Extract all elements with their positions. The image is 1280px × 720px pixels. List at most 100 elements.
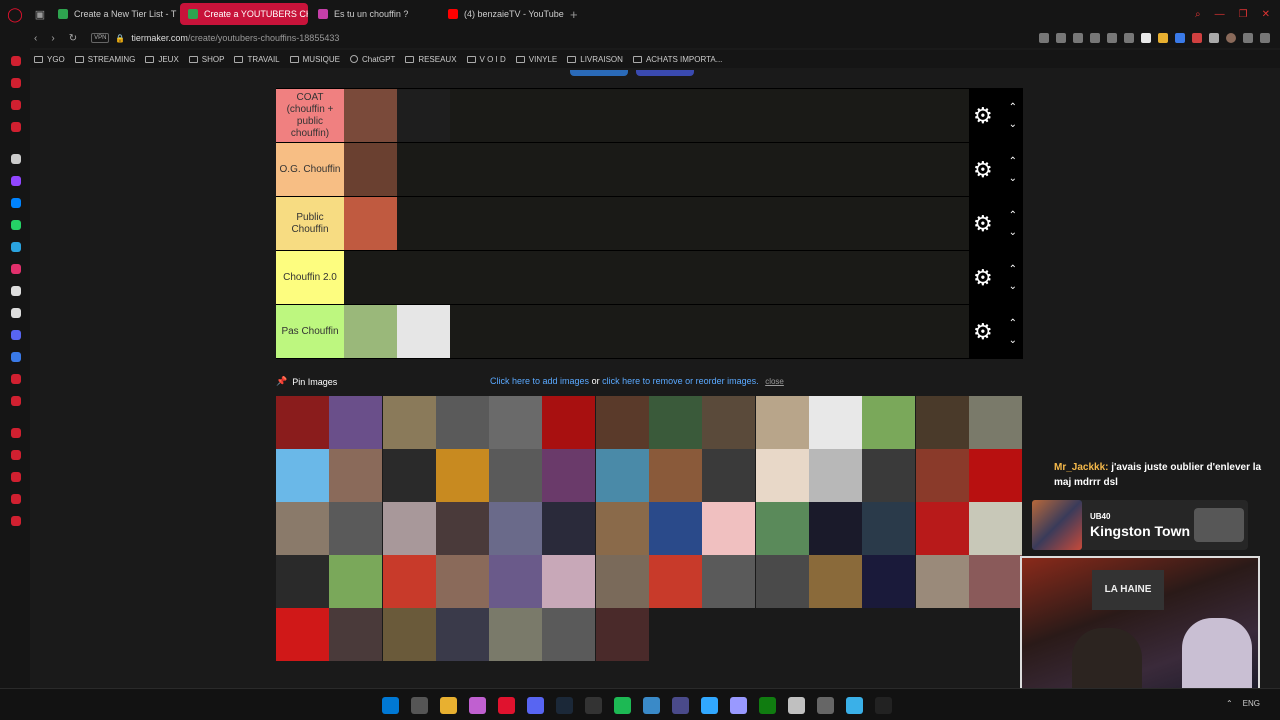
pool-image[interactable] <box>329 555 383 608</box>
opera-logo-icon[interactable]: ◯ <box>0 6 30 23</box>
pool-image[interactable] <box>702 555 756 608</box>
aria-icon[interactable] <box>11 56 21 66</box>
add-images-link[interactable]: Click here to add images <box>490 376 589 386</box>
tier-image[interactable] <box>344 197 397 250</box>
workspaces-icon[interactable]: ▣ <box>30 8 50 21</box>
pool-image[interactable] <box>489 608 543 661</box>
gear-icon[interactable]: ⚙ <box>973 266 993 289</box>
settings-icon[interactable] <box>11 516 21 526</box>
taskbar-app-icon[interactable] <box>498 697 515 714</box>
pool-image[interactable] <box>542 502 596 555</box>
pool-image[interactable] <box>808 449 862 502</box>
tier-image[interactable] <box>344 305 397 358</box>
pool-image[interactable] <box>755 396 809 449</box>
pool-image[interactable] <box>595 449 649 502</box>
pool-image[interactable] <box>276 449 329 502</box>
gear-icon[interactable]: ⚙ <box>973 212 993 235</box>
chevron-down-icon[interactable]: ⌄ <box>1009 335 1017 346</box>
pool-image[interactable] <box>435 555 489 608</box>
pool-image[interactable] <box>489 396 543 449</box>
pool-image[interactable] <box>435 449 489 502</box>
pool-image[interactable] <box>915 396 969 449</box>
pool-image[interactable] <box>649 555 703 608</box>
messenger-icon[interactable] <box>11 198 21 208</box>
close-icon[interactable]: ✕ <box>1262 9 1270 20</box>
whatsapp-icon[interactable] <box>11 220 21 230</box>
pool-image[interactable] <box>435 608 489 661</box>
close-link[interactable]: close <box>765 377 784 386</box>
pool-image[interactable] <box>276 555 329 608</box>
taskbar-app-icon[interactable] <box>701 697 718 714</box>
player-icon[interactable] <box>11 100 21 110</box>
chevron-up-icon[interactable]: ⌃ <box>1009 156 1017 167</box>
pool-image[interactable] <box>435 396 489 449</box>
chevron-down-icon[interactable]: ⌄ <box>1009 173 1017 184</box>
bookmark-item[interactable]: V O I D <box>466 55 506 64</box>
menu-icon[interactable] <box>1260 33 1270 43</box>
bookmark-item[interactable]: MUSIQUE <box>289 55 340 64</box>
tier-image[interactable] <box>397 89 450 142</box>
crypto-wallet-icon[interactable] <box>11 78 21 88</box>
browser-tab[interactable]: Es tu un chouffin ? <box>310 3 438 25</box>
pool-image[interactable] <box>968 502 1022 555</box>
extension-b-icon[interactable] <box>1158 33 1168 43</box>
maximize-icon[interactable]: ❐ <box>1239 9 1248 20</box>
taskbar-app-icon[interactable] <box>643 697 660 714</box>
browser-tab[interactable]: Create a YOUTUBERS CH <box>180 3 308 25</box>
pool-image[interactable] <box>862 396 916 449</box>
pool-image[interactable] <box>329 608 383 661</box>
tier-items[interactable] <box>344 197 969 250</box>
pool-image[interactable] <box>968 449 1022 502</box>
sidebar-app-3-icon[interactable] <box>11 396 21 406</box>
vpn-badge[interactable]: VPN <box>91 33 110 43</box>
tier-label[interactable]: Chouffin 2.0 <box>276 251 344 304</box>
pool-image[interactable] <box>489 449 543 502</box>
taskbar-app-icon[interactable] <box>382 697 399 714</box>
taskbar-app-icon[interactable] <box>614 697 631 714</box>
pool-image[interactable] <box>702 502 756 555</box>
tier-items[interactable] <box>344 89 969 142</box>
pool-image[interactable] <box>862 449 916 502</box>
taskbar-app-icon[interactable] <box>730 697 747 714</box>
tier-items[interactable] <box>344 251 969 304</box>
taskbar-app-icon[interactable] <box>556 697 573 714</box>
pool-image[interactable] <box>595 396 649 449</box>
pool-image[interactable] <box>329 396 383 449</box>
pool-image[interactable] <box>808 502 862 555</box>
back-icon[interactable]: ‹ <box>34 33 37 44</box>
extension-a-icon[interactable] <box>1141 33 1151 43</box>
bookmark-item[interactable]: TRAVAIL <box>234 55 280 64</box>
chevron-down-icon[interactable]: ⌄ <box>1009 227 1017 238</box>
pool-image[interactable] <box>595 555 649 608</box>
tray-chevron-icon[interactable]: ⌃ <box>1226 699 1233 708</box>
twitch-icon[interactable] <box>11 176 21 186</box>
tier-image[interactable] <box>344 143 397 196</box>
clock-icon[interactable] <box>11 472 21 482</box>
taskbar-app-icon[interactable] <box>846 697 863 714</box>
lock-icon[interactable]: 🔒 <box>115 34 125 43</box>
bookmarks-icon[interactable] <box>11 450 21 460</box>
pool-image[interactable] <box>489 555 543 608</box>
pool-image[interactable] <box>702 449 756 502</box>
pool-image[interactable] <box>862 555 916 608</box>
taskbar-app-icon[interactable] <box>759 697 776 714</box>
bookmark-item[interactable]: RESEAUX <box>405 55 457 64</box>
bookmark-item[interactable]: SHOP <box>188 55 224 64</box>
taskbar-app-icon[interactable] <box>469 697 486 714</box>
save-download-button[interactable] <box>570 70 628 76</box>
new-tab-button[interactable]: + <box>570 7 578 22</box>
reload-icon[interactable]: ↻ <box>69 33 77 44</box>
pool-image[interactable] <box>755 555 809 608</box>
pool-image[interactable] <box>329 449 383 502</box>
taskbar-app-icon[interactable] <box>817 697 834 714</box>
gear-icon[interactable]: ⚙ <box>973 158 993 181</box>
tier-label[interactable]: Pas Chouffin <box>276 305 344 358</box>
pool-image[interactable] <box>542 555 596 608</box>
discord-icon[interactable] <box>11 330 21 340</box>
chevron-up-icon[interactable]: ⌃ <box>1009 318 1017 329</box>
bookmark-item[interactable]: LIVRAISON <box>567 55 623 64</box>
pool-image[interactable] <box>649 449 703 502</box>
taskbar-app-icon[interactable] <box>440 697 457 714</box>
instagram-icon[interactable] <box>11 264 21 274</box>
extension-c-icon[interactable] <box>1175 33 1185 43</box>
